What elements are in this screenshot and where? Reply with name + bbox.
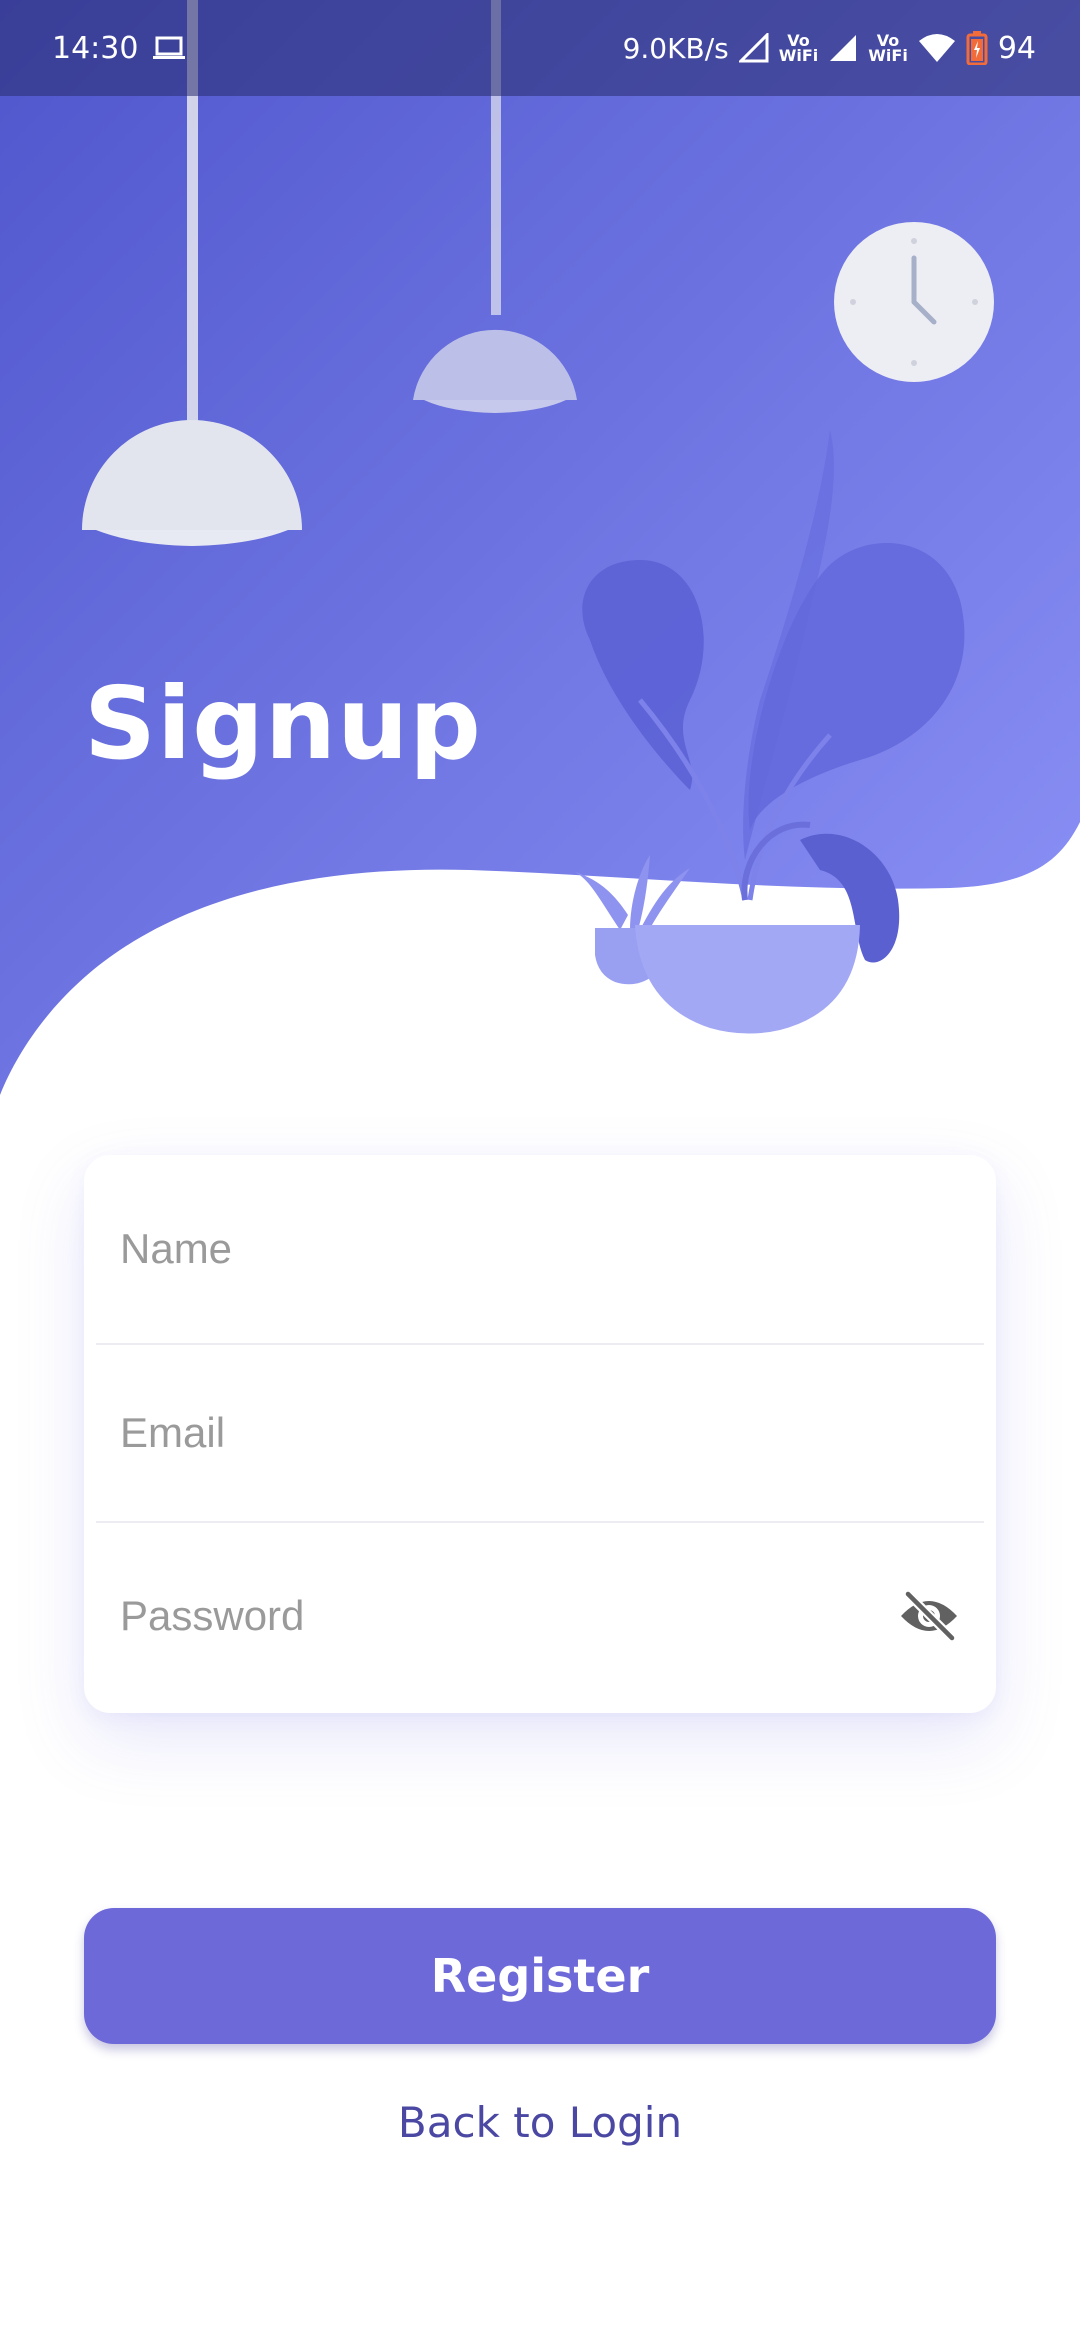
- vowifi-line2-2: WiFi: [868, 46, 908, 65]
- back-to-login-link[interactable]: Back to Login: [0, 2098, 1080, 2147]
- page-title: Signup: [84, 665, 482, 782]
- wifi-icon: [918, 33, 956, 63]
- clock-icon: [834, 222, 994, 382]
- vowifi-indicator: Vo WiFi: [778, 33, 819, 65]
- register-button[interactable]: Register: [84, 1908, 996, 2044]
- battery-level: 94: [997, 30, 1036, 66]
- email-input[interactable]: [120, 1409, 860, 1457]
- battery-charging-icon: [966, 31, 988, 65]
- status-right: 9.0KB/s Vo WiFi Vo WiFi 94: [623, 31, 1036, 66]
- name-field-row: [96, 1155, 984, 1343]
- hero-background: [0, 0, 1080, 1095]
- status-left: 14:30: [52, 31, 186, 66]
- status-time: 14:30: [52, 30, 139, 66]
- password-input[interactable]: [120, 1592, 860, 1640]
- header-illustration: [0, 0, 1080, 1120]
- name-input[interactable]: [120, 1225, 860, 1273]
- network-speed: 9.0KB/s: [622, 31, 729, 65]
- signup-form-card: [84, 1155, 996, 1713]
- vowifi-indicator-2: Vo WiFi: [868, 33, 908, 65]
- laptop-icon: [152, 35, 186, 61]
- status-bar: 14:30 9.0KB/s Vo WiFi Vo WiFi 94: [0, 0, 1080, 96]
- signal-icon: [738, 33, 769, 63]
- email-field-row: [96, 1343, 984, 1521]
- signal-icon-2: [828, 33, 858, 63]
- password-visibility-off-icon[interactable]: [894, 1581, 964, 1651]
- vowifi-line2: WiFi: [778, 46, 819, 65]
- signup-screen: 14:30 9.0KB/s Vo WiFi Vo WiFi 94 Signup …: [0, 0, 1080, 2340]
- password-field-row: [96, 1521, 984, 1709]
